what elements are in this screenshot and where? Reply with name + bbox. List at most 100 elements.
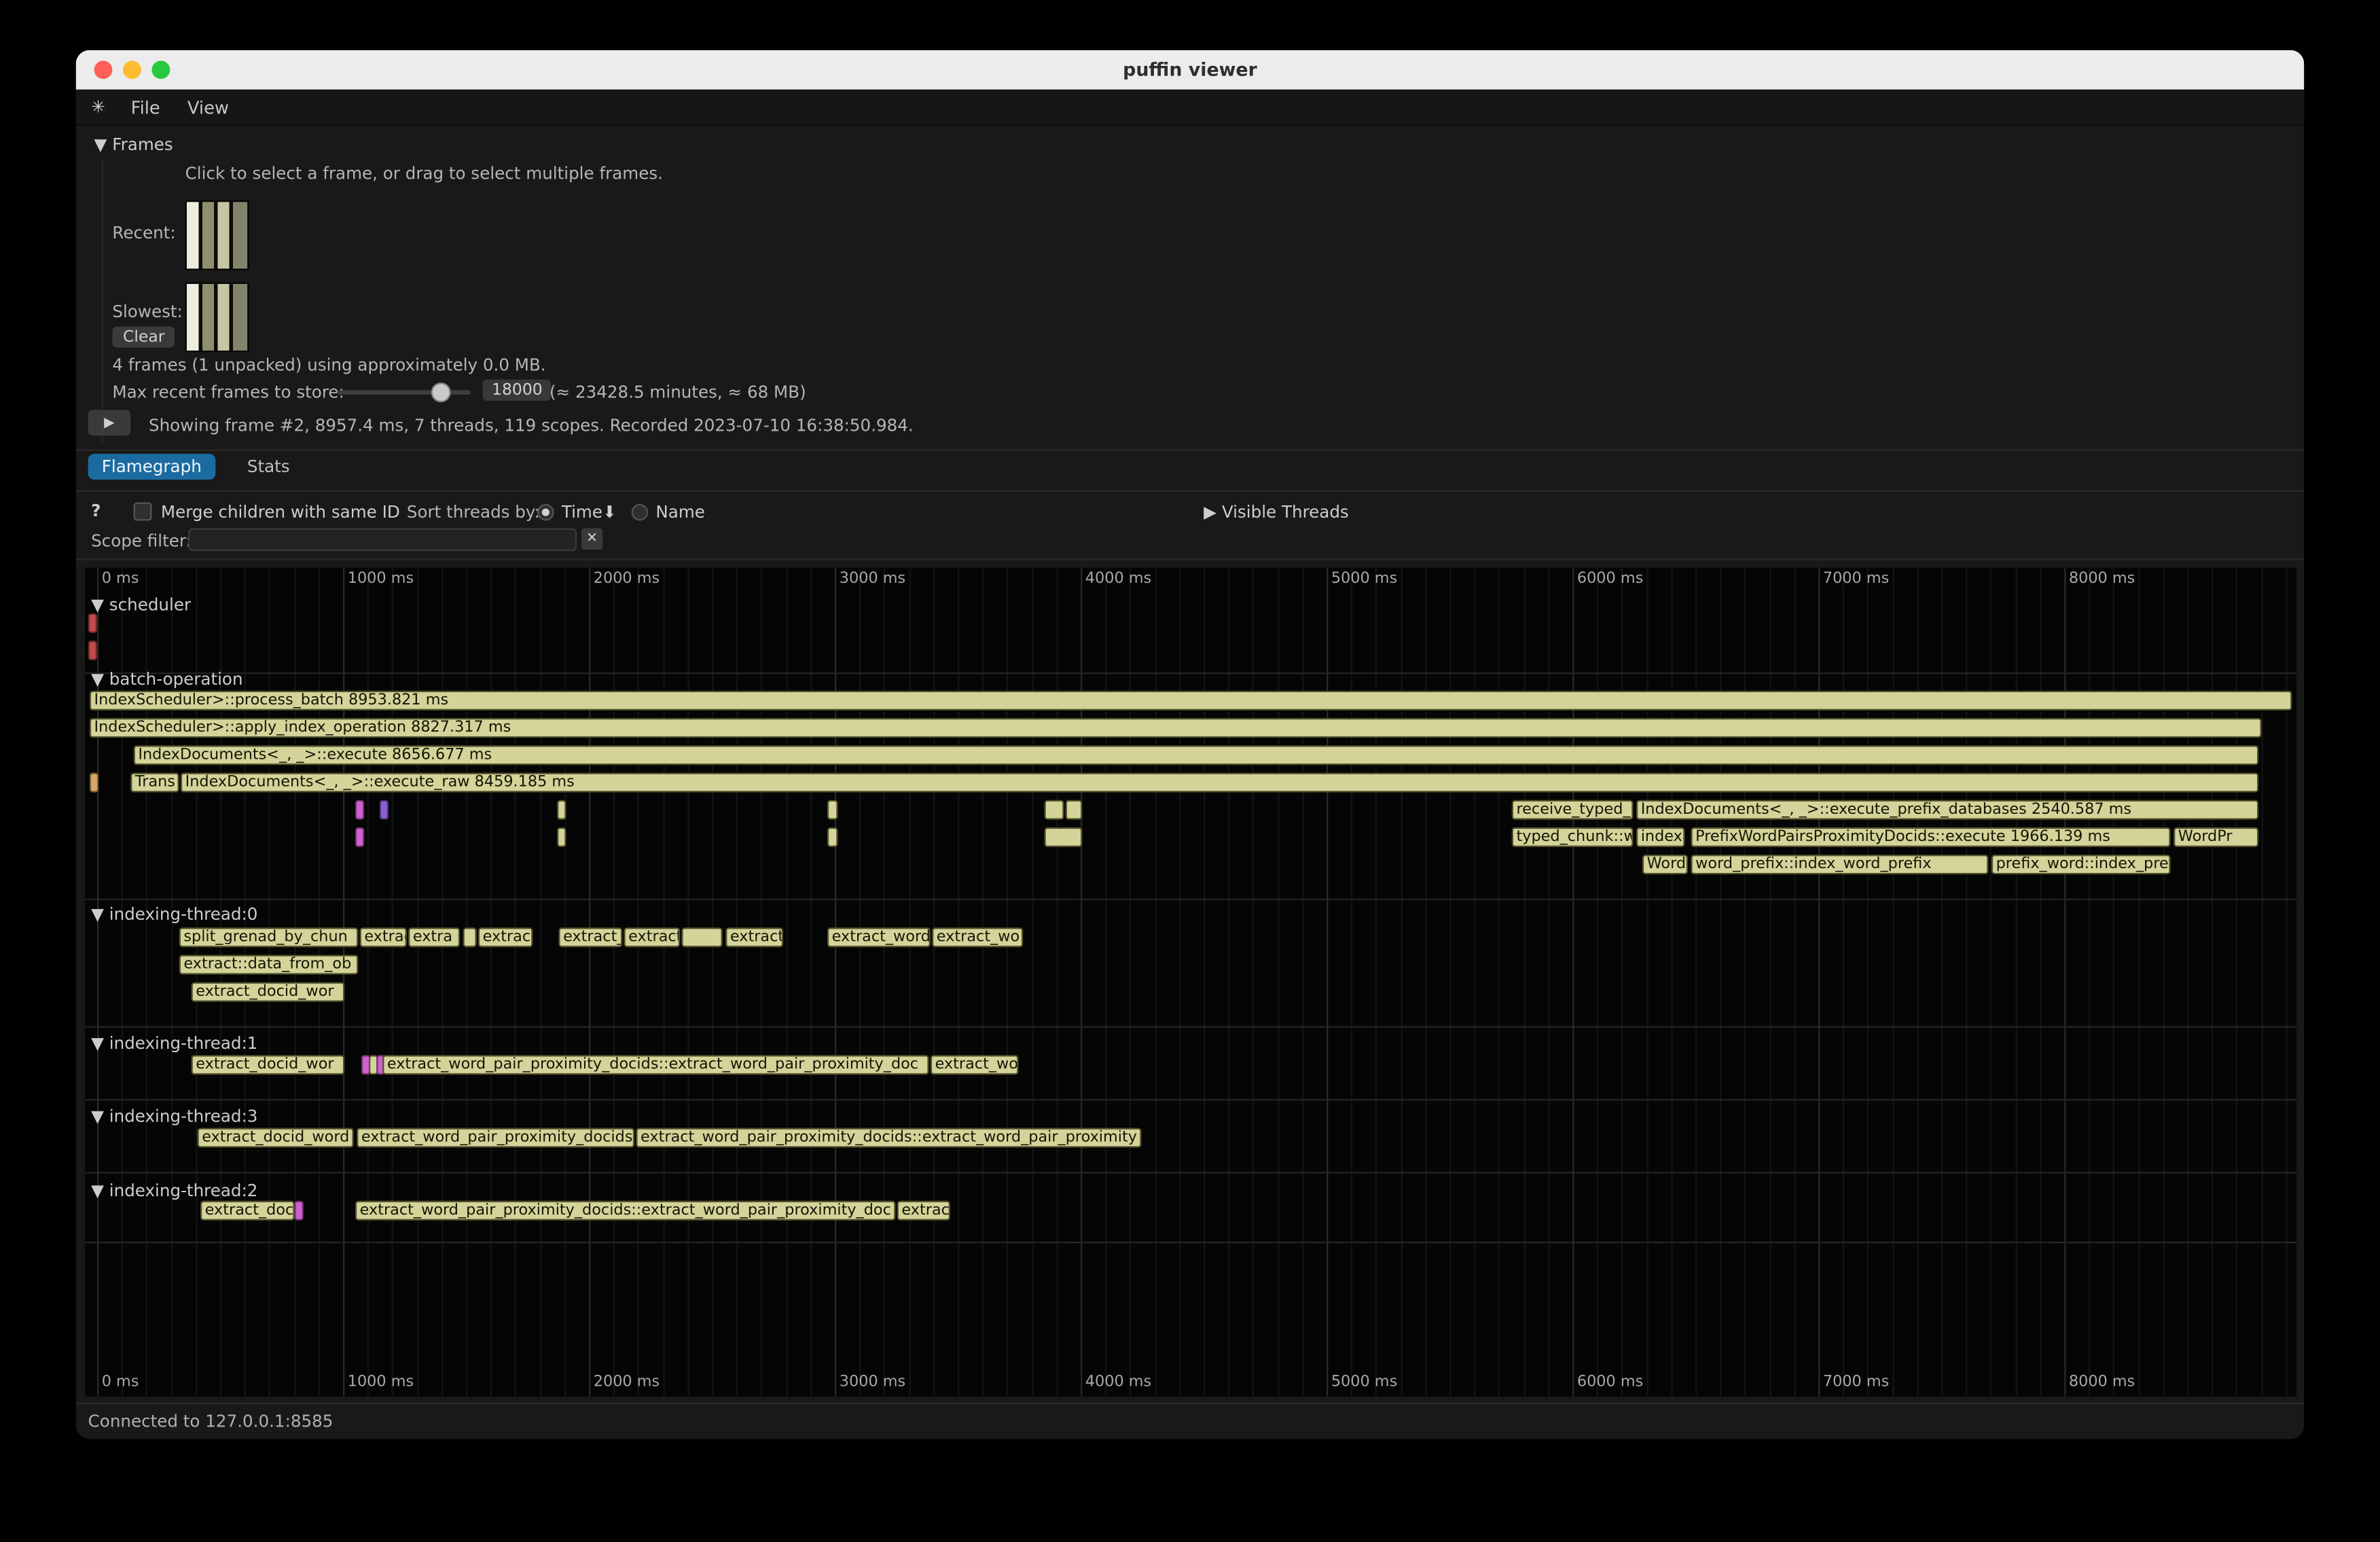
flame-bar[interactable]: extra [408, 927, 460, 947]
flame-bar[interactable]: prefix_word::index_prefix_wo [1991, 855, 2171, 874]
flame-bar[interactable]: extract_wo [931, 1055, 1019, 1075]
thread-header-indexing-thread:1[interactable]: ▼ indexing-thread:1 [91, 1034, 257, 1054]
thread-header-indexing-thread:3[interactable]: ▼ indexing-thread:3 [91, 1107, 257, 1126]
axis-tick-label: 7000 ms [1823, 1374, 1889, 1391]
merge-children-checkbox[interactable] [134, 503, 152, 521]
tab-flamegraph[interactable]: Flamegraph [88, 454, 215, 480]
flame-bar[interactable] [355, 827, 364, 847]
flame-bar[interactable]: extract_word_pair_proximity_docids::extr… [382, 1055, 928, 1075]
thread-header-batch-operation[interactable]: ▼ batch-operation [91, 669, 242, 689]
titlebar[interactable]: puffin viewer [76, 50, 2305, 90]
axis-tick-label: 8000 ms [2069, 1374, 2135, 1391]
flame-bar[interactable] [1044, 827, 1082, 847]
flame-bar[interactable]: extract_word_pair_proximity_docids [357, 1128, 634, 1147]
sort-time-label[interactable]: Time [562, 503, 602, 522]
flame-bar[interactable]: extract_word [827, 927, 931, 947]
flame-bar[interactable] [295, 1201, 304, 1221]
sort-direction-icon[interactable]: ⬇ [602, 503, 617, 522]
flame-bar[interactable]: index [1636, 827, 1685, 847]
flame-bar[interactable]: extrac [478, 927, 533, 947]
flame-bar[interactable]: extract_docid_word [198, 1128, 354, 1147]
axis-tick-label: 7000 ms [1823, 571, 1889, 588]
flame-bar[interactable]: PrefixWordPairsProximityDocids::execute … [1691, 827, 2170, 847]
sort-name-radio[interactable] [632, 504, 649, 521]
flame-bar[interactable] [380, 800, 389, 820]
flame-bar[interactable] [90, 772, 98, 792]
max-frames-slider-knob[interactable] [431, 382, 451, 402]
flamegraph-canvas[interactable]: 0 ms0 ms1000 ms1000 ms2000 ms2000 ms3000… [85, 568, 2296, 1397]
frames-section-header[interactable]: ▼ Frames [94, 135, 173, 155]
traffic-lights [94, 60, 170, 79]
minimize-window-button[interactable] [123, 60, 141, 79]
flame-bar[interactable]: extract_doc [200, 1201, 295, 1221]
thread-section-separator [85, 899, 2296, 900]
clear-button[interactable]: Clear [112, 326, 175, 347]
thread-header-scheduler[interactable]: ▼ scheduler [91, 595, 191, 615]
flame-bar[interactable]: IndexDocuments<_, _>::execute_prefix_dat… [1636, 800, 2258, 820]
flame-bar[interactable]: Trans [130, 772, 179, 792]
flame-bar[interactable] [1044, 800, 1064, 820]
sort-name-label[interactable]: Name [655, 503, 705, 522]
axis-tick-label: 3000 ms [840, 571, 905, 588]
thread-section-separator [85, 1242, 2296, 1243]
visible-threads-toggle[interactable]: ▶ Visible Threads [1204, 503, 1349, 522]
flame-bar[interactable]: word_prefix::index_word_prefix [1691, 855, 1988, 874]
slowest-frames-label: Slowest: [112, 302, 182, 322]
flame-bar[interactable]: extract_word_pair_proximity_docids::extr… [636, 1128, 1141, 1147]
menu-view[interactable]: View [174, 96, 242, 118]
flame-bar[interactable] [463, 927, 477, 947]
flame-bar[interactable]: IndexDocuments<_, _>::execute_raw 8459.1… [181, 772, 2258, 792]
flame-bar[interactable]: extract_ [624, 927, 680, 947]
flame-bar[interactable] [827, 800, 838, 820]
flame-bar[interactable] [557, 827, 566, 847]
flame-bar[interactable]: extract_docid_wor [192, 1055, 345, 1075]
flame-bar[interactable]: extrac [897, 1201, 950, 1221]
slowest-frames-thumbnail[interactable] [185, 283, 249, 353]
axis-tick-label: 4000 ms [1085, 1374, 1151, 1391]
flame-bar[interactable]: WordPr [2174, 827, 2258, 847]
play-button[interactable]: ▶ [88, 410, 131, 435]
flame-bar[interactable]: Word [1642, 855, 1688, 874]
flame-bar[interactable]: extract_wo [932, 927, 1023, 947]
zoom-window-button[interactable] [151, 60, 170, 79]
sort-time-radio[interactable] [537, 504, 554, 521]
max-frames-value[interactable]: 18000 [483, 380, 552, 401]
flame-bar[interactable] [88, 613, 97, 633]
flame-bar[interactable]: extract_ [558, 927, 622, 947]
frames-hint: Click to select a frame, or drag to sele… [185, 164, 663, 183]
app-menu-icon[interactable]: ✳ [76, 97, 118, 117]
axis-tick-label: 6000 ms [1577, 1374, 1643, 1391]
recent-frames-thumbnail[interactable] [185, 200, 249, 270]
flame-bar[interactable]: extract_docid_wor [192, 982, 345, 1002]
flame-bar[interactable]: typed_chunk::w [1512, 827, 1634, 847]
flame-bar[interactable] [827, 827, 838, 847]
merge-children-label[interactable]: Merge children with same ID [161, 503, 400, 522]
flame-bar[interactable] [1066, 800, 1083, 820]
menu-file[interactable]: File [118, 96, 174, 118]
tab-stats[interactable]: Stats [234, 454, 304, 480]
scope-filter-input[interactable] [188, 528, 577, 552]
thread-header-indexing-thread:0[interactable]: ▼ indexing-thread:0 [91, 905, 257, 925]
flame-bar[interactable] [355, 800, 364, 820]
flame-bar[interactable]: extract::data_from_ob [179, 955, 359, 975]
flame-bar[interactable]: receive_typed_ [1512, 800, 1634, 820]
help-button[interactable]: ? [91, 501, 101, 520]
flame-bar[interactable]: split_grenad_by_chun [179, 927, 359, 947]
window-title: puffin viewer [1123, 59, 1257, 80]
flame-bar[interactable]: IndexDocuments<_, _>::execute 8656.677 m… [134, 745, 2259, 765]
flame-bar[interactable]: extract [725, 927, 783, 947]
recent-frames-label: Recent: [112, 223, 175, 243]
scope-filter-clear-button[interactable]: ✕ [581, 528, 602, 550]
flame-bar[interactable] [557, 800, 566, 820]
flame-bar[interactable]: IndexScheduler>::apply_index_operation 8… [90, 718, 2262, 738]
flame-bar[interactable]: extract [360, 927, 407, 947]
axis-tick-label: 0 ms [102, 1374, 139, 1391]
flame-bar[interactable] [681, 927, 722, 947]
thread-header-indexing-thread:2[interactable]: ▼ indexing-thread:2 [91, 1181, 257, 1201]
flame-bar[interactable]: IndexScheduler>::process_batch 8953.821 … [90, 691, 2292, 711]
axis-tick-label: 6000 ms [1577, 571, 1643, 588]
flame-bar[interactable] [88, 641, 97, 660]
thread-section-separator [85, 673, 2296, 674]
flame-bar[interactable]: extract_word_pair_proximity_docids::extr… [355, 1201, 896, 1221]
close-window-button[interactable] [94, 60, 113, 79]
